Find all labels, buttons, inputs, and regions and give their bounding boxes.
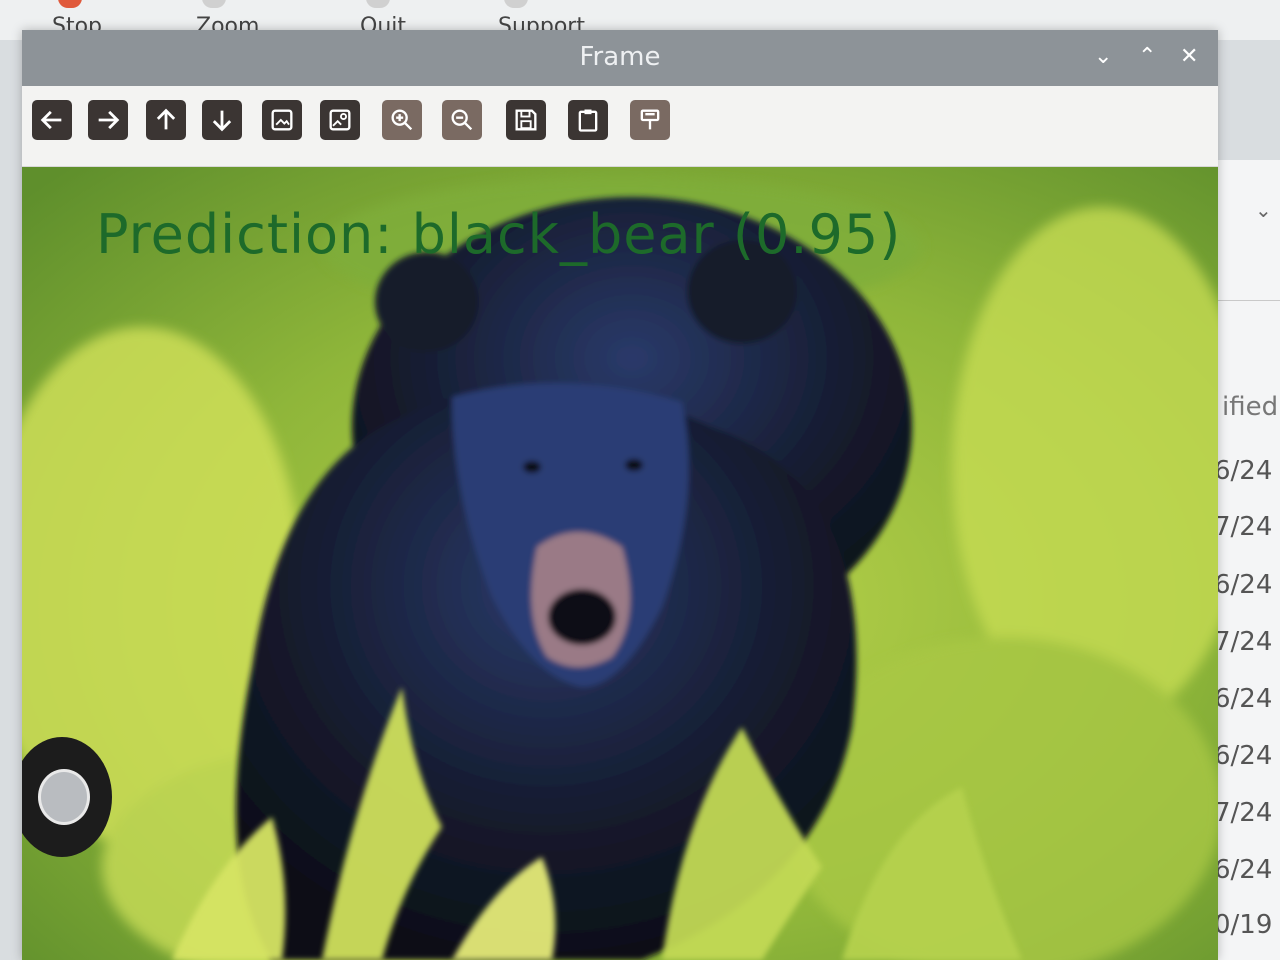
window-title: Frame xyxy=(579,42,661,72)
title-bar[interactable]: Frame ⌄ ⌃ ✕ xyxy=(22,30,1218,86)
file-date: 0/19 xyxy=(1214,910,1273,940)
bear-photo xyxy=(22,167,1218,960)
pan-left-button[interactable] xyxy=(32,100,72,140)
assistive-touch-icon xyxy=(38,769,90,825)
file-date: 6/24 xyxy=(1214,855,1273,885)
modified-column-header[interactable]: ified xyxy=(1222,392,1278,422)
file-date: 6/24 xyxy=(1214,570,1273,600)
file-date: 7/24 xyxy=(1214,798,1273,828)
frame-window: Frame ⌄ ⌃ ✕ Prediction: black_bear (0.95… xyxy=(22,30,1218,960)
zoom-in-icon xyxy=(391,109,413,131)
file-date: 6/24 xyxy=(1214,684,1273,714)
support-icon xyxy=(504,0,528,8)
file-date: 6/24 xyxy=(1214,741,1273,771)
zoom-in-button[interactable] xyxy=(382,100,422,140)
file-date: 7/24 xyxy=(1214,627,1273,657)
save-button[interactable] xyxy=(506,100,546,140)
zoom-icon xyxy=(202,0,226,8)
close-icon[interactable]: ✕ xyxy=(1180,44,1198,69)
reset-view-button[interactable] xyxy=(262,100,302,140)
minimize-icon[interactable]: ⌄ xyxy=(1094,44,1112,69)
file-date: 6/24 xyxy=(1214,456,1273,486)
pan-right-button[interactable] xyxy=(88,100,128,140)
arrow-down-icon xyxy=(212,110,232,132)
quit-icon xyxy=(366,0,390,8)
edit-axis-button[interactable] xyxy=(630,100,670,140)
save-icon xyxy=(515,109,537,131)
image-toolbar xyxy=(22,86,1218,167)
image-settings-button[interactable] xyxy=(320,100,360,140)
paint-icon xyxy=(640,109,660,130)
maximize-icon[interactable]: ⌃ xyxy=(1138,44,1156,69)
divider xyxy=(1218,300,1280,301)
prediction-label: Prediction: black_bear (0.95) xyxy=(96,203,902,266)
file-date: 7/24 xyxy=(1214,512,1273,542)
image-icon xyxy=(271,109,293,131)
arrow-right-icon xyxy=(98,110,120,130)
image-canvas[interactable]: Prediction: black_bear (0.95) xyxy=(22,167,1218,960)
copy-to-clipboard-button[interactable] xyxy=(568,100,608,140)
pan-up-button[interactable] xyxy=(146,100,186,140)
chevron-down-icon[interactable]: ⌄ xyxy=(1255,198,1272,222)
clipboard-icon xyxy=(578,109,598,132)
zoom-out-icon xyxy=(451,109,473,131)
stop-icon xyxy=(58,0,82,8)
image-settings-icon xyxy=(329,109,351,131)
pan-down-button[interactable] xyxy=(202,100,242,140)
arrow-up-icon xyxy=(156,108,176,130)
arrow-left-icon xyxy=(40,110,62,130)
zoom-out-button[interactable] xyxy=(442,100,482,140)
